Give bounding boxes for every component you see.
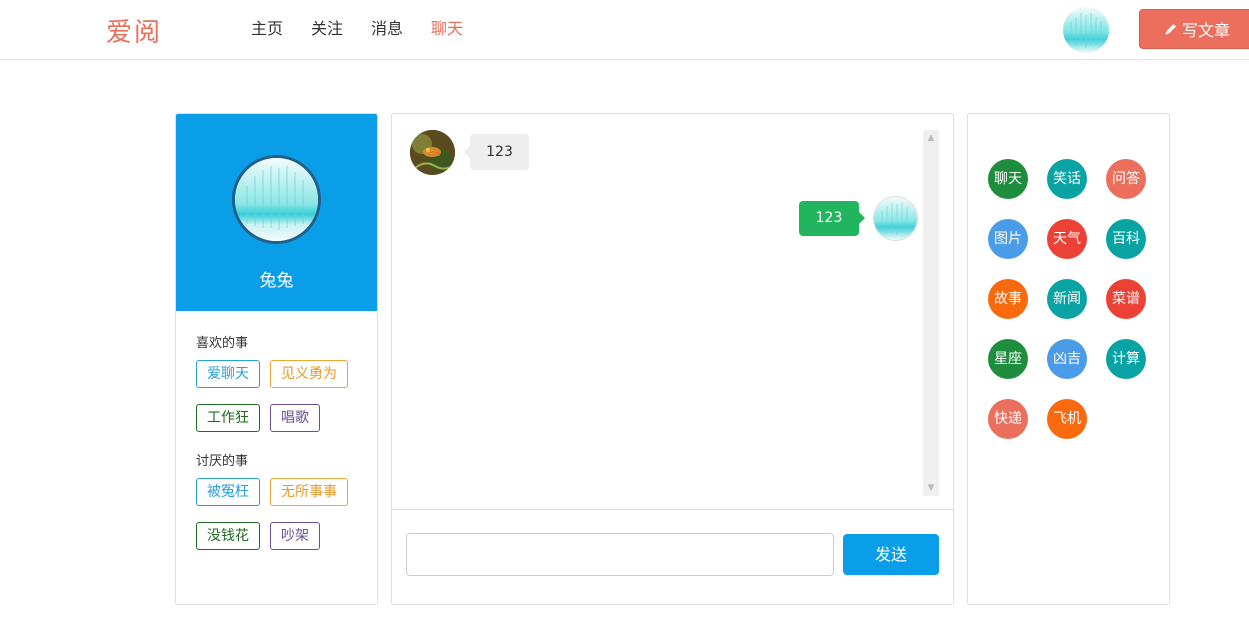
service-horoscope[interactable]: 星座	[988, 339, 1028, 379]
like-tag[interactable]: 唱歌	[270, 404, 320, 432]
pencil-icon	[1165, 24, 1176, 35]
nav-home[interactable]: 主页	[251, 18, 283, 40]
scroll-up-arrow-icon[interactable]: ▲	[926, 133, 936, 143]
profile-avatar	[232, 155, 321, 244]
write-article-label: 写文章	[1182, 21, 1231, 40]
main-nav: 主页 关注 消息 聊天	[251, 18, 491, 40]
service-chat[interactable]: 聊天	[988, 159, 1028, 199]
services-panel: 聊天 笑话 问答 图片 天气 百科 故事 新闻 菜谱 星座 凶吉 计算 快递 飞…	[967, 113, 1170, 605]
service-calculator[interactable]: 计算	[1106, 339, 1146, 379]
scroll-down-arrow-icon[interactable]: ▼	[926, 483, 936, 493]
service-images[interactable]: 图片	[988, 219, 1028, 259]
service-weather[interactable]: 天气	[1047, 219, 1087, 259]
dislike-tag[interactable]: 没钱花	[196, 522, 260, 550]
incoming-message: 123	[464, 134, 529, 170]
top-header: 爱阅 主页 关注 消息 聊天 写文章	[0, 0, 1249, 60]
profile-banner: 兔兔	[176, 114, 377, 311]
nav-messages[interactable]: 消息	[371, 18, 403, 40]
service-qa[interactable]: 问答	[1106, 159, 1146, 199]
service-express[interactable]: 快递	[988, 399, 1028, 439]
service-news[interactable]: 新闻	[1047, 279, 1087, 319]
service-fortune[interactable]: 凶吉	[1047, 339, 1087, 379]
service-encyclopedia[interactable]: 百科	[1106, 219, 1146, 259]
outgoing-message: 123	[799, 201, 865, 236]
like-tag[interactable]: 爱聊天	[196, 360, 260, 388]
chat-divider	[392, 509, 953, 510]
contact-avatar	[410, 130, 455, 175]
service-stories[interactable]: 故事	[988, 279, 1028, 319]
likes-title: 喜欢的事	[196, 336, 249, 351]
chat-scrollbar[interactable]: ▲ ▼	[923, 130, 939, 496]
nav-follow[interactable]: 关注	[311, 18, 343, 40]
dislikes-title: 讨厌的事	[196, 454, 249, 469]
app-logo[interactable]: 爱阅	[106, 12, 162, 49]
profile-panel: 兔兔 喜欢的事 爱聊天 见义勇为 工作狂 唱歌 讨厌的事 被冤枉 无所事事 没钱…	[175, 113, 378, 605]
service-recipes[interactable]: 菜谱	[1106, 279, 1146, 319]
dislike-tag[interactable]: 被冤枉	[196, 478, 260, 506]
profile-name: 兔兔	[259, 271, 294, 291]
like-tag[interactable]: 见义勇为	[270, 360, 348, 388]
self-avatar	[873, 196, 918, 241]
service-flights[interactable]: 飞机	[1047, 399, 1087, 439]
user-avatar[interactable]	[1063, 7, 1109, 53]
service-jokes[interactable]: 笑话	[1047, 159, 1087, 199]
chat-panel: 123 123 ▲ ▼ 发送	[391, 113, 954, 605]
nav-chat[interactable]: 聊天	[431, 18, 463, 40]
message-input[interactable]	[406, 533, 834, 576]
dislike-tag[interactable]: 吵架	[270, 522, 320, 550]
send-button[interactable]: 发送	[843, 534, 939, 575]
dislike-tag[interactable]: 无所事事	[270, 478, 348, 506]
like-tag[interactable]: 工作狂	[196, 404, 260, 432]
write-article-button[interactable]: 写文章	[1139, 9, 1249, 49]
